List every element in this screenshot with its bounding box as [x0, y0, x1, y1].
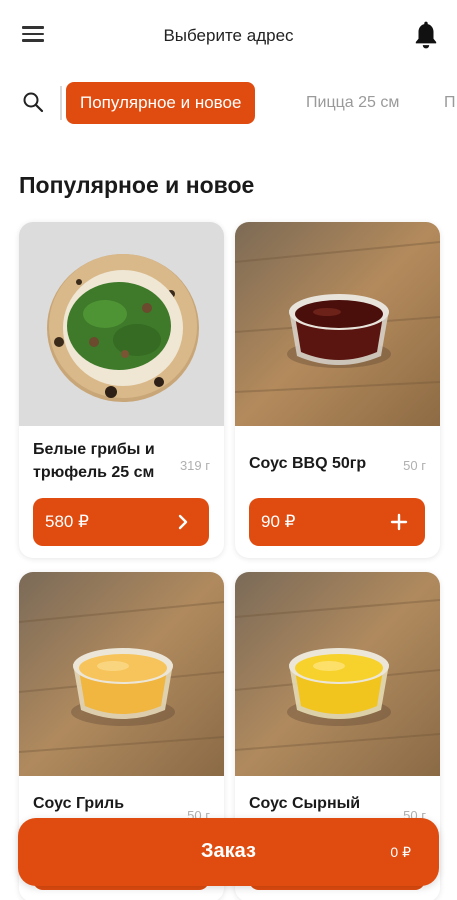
section-title: Популярное и новое — [19, 172, 255, 198]
product-price-button[interactable]: 90 ₽ — [249, 498, 425, 546]
category-tab-pizza-25[interactable]: Пицца 25 см — [306, 82, 399, 124]
plus-icon — [390, 513, 408, 531]
product-name: Белые грибы и трюфель 25 см — [33, 441, 155, 481]
product-weight: 50 г — [403, 458, 426, 473]
bell-icon[interactable] — [413, 20, 439, 50]
product-card[interactable]: Белые грибы и трюфель 25 см 319 г 580 ₽ — [19, 222, 224, 558]
product-price: 580 ₽ — [45, 512, 89, 531]
category-divider — [60, 86, 62, 120]
product-name: Соус Сырный — [249, 795, 361, 812]
product-name: Соус Гриль — [33, 795, 125, 812]
product-image — [235, 572, 440, 776]
product-price: 90 ₽ — [261, 512, 296, 531]
category-bar: Популярное и новое Пицца 25 см П — [0, 80, 457, 126]
category-tab-popular[interactable]: Популярное и новое — [66, 82, 256, 124]
product-card[interactable]: Соус BBQ 50гр 50 г 90 ₽ — [235, 222, 440, 558]
product-image — [235, 222, 440, 426]
category-tab-more[interactable]: П — [444, 82, 456, 124]
product-weight: 319 г — [179, 458, 210, 473]
order-total: 0 ₽ — [390, 844, 411, 860]
product-image — [19, 222, 224, 426]
chevron-right-icon — [178, 514, 188, 530]
product-price-button[interactable]: 580 ₽ — [33, 498, 209, 546]
product-image — [19, 572, 224, 776]
order-button[interactable]: Заказ 0 ₽ — [18, 818, 439, 886]
order-label: Заказ — [201, 840, 256, 862]
top-bar: Выберите адрес — [0, 0, 457, 72]
product-name: Соус BBQ 50гр — [249, 455, 367, 472]
search-icon[interactable] — [22, 91, 44, 113]
address-selector[interactable]: Выберите адрес — [0, 26, 457, 46]
